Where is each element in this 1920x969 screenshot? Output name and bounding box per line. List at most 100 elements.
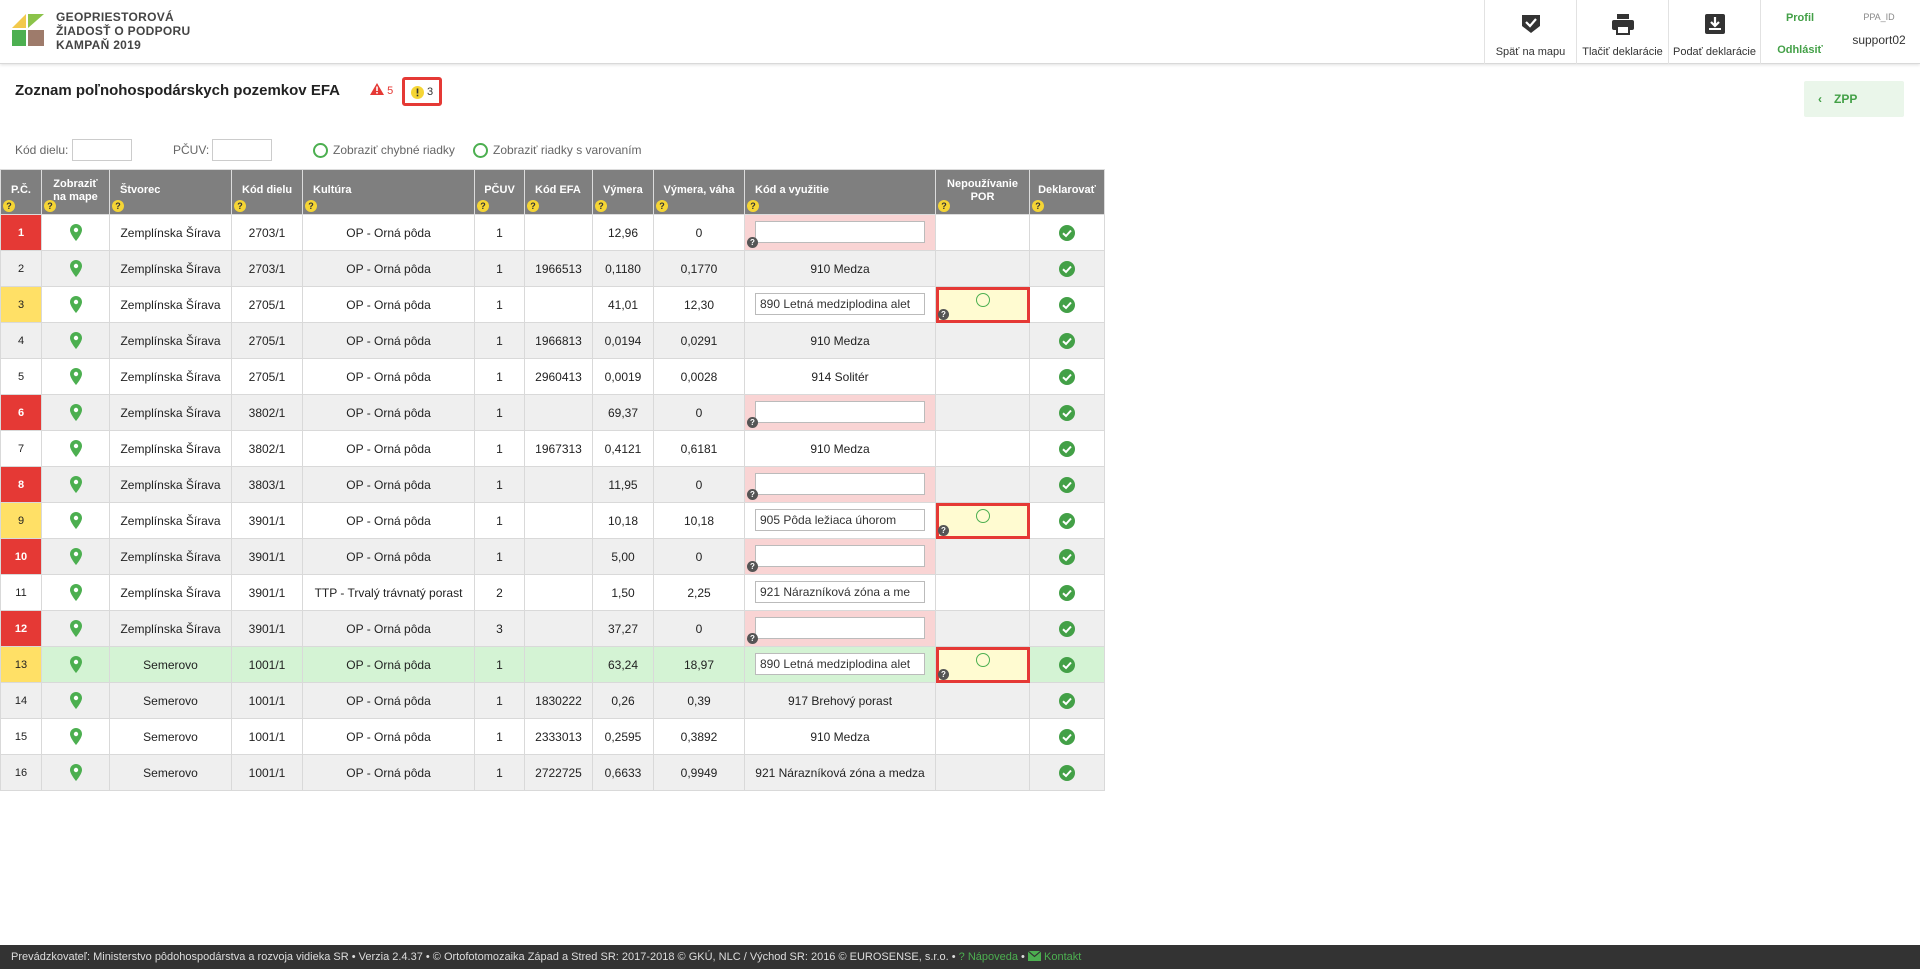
help-icon[interactable]: ? — [595, 200, 607, 212]
check-circle-icon[interactable] — [1059, 440, 1075, 457]
map-pin-icon[interactable] — [69, 656, 82, 673]
kod-dielu-input[interactable] — [72, 139, 132, 161]
check-circle-icon[interactable] — [1059, 404, 1075, 421]
check-circle-icon[interactable] — [1059, 548, 1075, 565]
col-vymera[interactable]: Výmera? — [592, 169, 654, 215]
kod-vyuzitie-input[interactable]: 921 Nárazníková zóna a me — [755, 581, 925, 603]
check-circle-icon[interactable] — [1059, 584, 1075, 601]
map-pin-icon[interactable] — [69, 692, 82, 709]
check-circle-icon[interactable] — [1059, 332, 1075, 349]
help-icon[interactable]: ? — [527, 200, 539, 212]
nepouzivanie-radio[interactable] — [976, 293, 990, 307]
map-pin-icon[interactable] — [69, 332, 82, 349]
kod-vyuzitie-input[interactable] — [755, 473, 925, 495]
help-icon[interactable]: ? — [747, 200, 759, 212]
check-circle-icon[interactable] — [1059, 764, 1075, 781]
map-pin-icon[interactable] — [69, 476, 82, 493]
check-circle-icon[interactable] — [1059, 620, 1075, 637]
show-errors-radio[interactable] — [313, 143, 328, 158]
table-row[interactable]: 7 Zemplínska Šírava 3802/1 OP - Orná pôda 1 1… — [0, 430, 1105, 467]
col-stvorec[interactable]: Štvorec? — [109, 169, 232, 215]
map-pin-icon[interactable] — [69, 368, 82, 385]
col-pcuv[interactable]: PČUV? — [474, 169, 525, 215]
help-link[interactable]: ? Nápoveda — [959, 951, 1018, 963]
col-vymera-vaha[interactable]: Výmera, váha? — [653, 169, 745, 215]
contact-link[interactable]: Kontakt — [1027, 950, 1081, 963]
map-pin-icon[interactable] — [69, 260, 82, 277]
help-icon[interactable]: ? — [112, 200, 124, 212]
col-nepouzivanie[interactable]: Nepoužívanie POR? — [935, 169, 1030, 215]
table-row[interactable]: 9 Zemplínska Šírava 3901/1 OP - Orná pôda 1 1… — [0, 502, 1105, 539]
map-pin-icon[interactable] — [69, 440, 82, 457]
help-icon[interactable]: ? — [747, 237, 758, 248]
col-kultura[interactable]: Kultúra? — [302, 169, 475, 215]
table-row[interactable]: 11 Zemplínska Šírava 3901/1 TTP - Trvalý tr… — [0, 574, 1105, 611]
col-deklarovat[interactable]: Deklarovať? — [1029, 169, 1105, 215]
check-circle-icon[interactable] — [1059, 728, 1075, 745]
table-row[interactable]: 13 Semerovo 1001/1 OP - Orná pôda 1 63,24 18,9… — [0, 646, 1105, 683]
help-icon[interactable]: ? — [747, 489, 758, 500]
nepouzivanie-radio[interactable] — [976, 509, 990, 523]
help-icon[interactable]: ? — [44, 200, 56, 212]
table-row[interactable]: 14 Semerovo 1001/1 OP - Orná pôda 1 1830222 0,… — [0, 682, 1105, 719]
table-row[interactable]: 5 Zemplínska Šírava 2705/1 OP - Orná pôda 1 2… — [0, 358, 1105, 395]
help-icon[interactable]: ? — [305, 200, 317, 212]
map-pin-icon[interactable] — [69, 296, 82, 313]
error-count-badge[interactable]: 5 — [370, 83, 393, 97]
kod-vyuzitie-input[interactable] — [755, 545, 925, 567]
kod-vyuzitie-input[interactable]: 905 Pôda ležiaca úhorom — [755, 509, 925, 531]
kod-vyuzitie-input[interactable]: 890 Letná medziplodina alet — [755, 293, 925, 315]
print-declarations-button[interactable]: Tlačiť deklarácie — [1576, 0, 1668, 64]
help-icon[interactable]: ? — [656, 200, 668, 212]
table-row[interactable]: 16 Semerovo 1001/1 OP - Orná pôda 1 2722725 0,… — [0, 754, 1105, 791]
check-circle-icon[interactable] — [1059, 260, 1075, 277]
pcuv-input[interactable] — [212, 139, 272, 161]
help-icon[interactable]: ? — [938, 309, 949, 320]
table-row[interactable]: 10 Zemplínska Šírava 3901/1 OP - Orná pôda 1… — [0, 538, 1105, 575]
map-pin-icon[interactable] — [69, 728, 82, 745]
map-pin-icon[interactable] — [69, 584, 82, 601]
zpp-button[interactable]: ‹ ZPP — [1804, 81, 1904, 117]
help-icon[interactable]: ? — [3, 200, 15, 212]
map-pin-icon[interactable] — [69, 404, 82, 421]
help-icon[interactable]: ? — [747, 561, 758, 572]
map-pin-icon[interactable] — [69, 620, 82, 637]
map-pin-icon[interactable] — [69, 548, 82, 565]
kod-vyuzitie-input[interactable]: 890 Letná medziplodina alet — [755, 653, 925, 675]
logout-link[interactable]: Odhlásiť — [1761, 44, 1839, 56]
table-row[interactable]: 4 Zemplínska Šírava 2705/1 OP - Orná pôda 1 1… — [0, 322, 1105, 359]
check-circle-icon[interactable] — [1059, 296, 1075, 313]
submit-declarations-button[interactable]: Podať deklarácie — [1668, 0, 1760, 64]
table-row[interactable]: 2 Zemplínska Šírava 2703/1 OP - Orná pôda 1 1… — [0, 250, 1105, 287]
help-icon[interactable]: ? — [234, 200, 246, 212]
check-circle-icon[interactable] — [1059, 476, 1075, 493]
col-kod-vyuzitie[interactable]: Kód a využitie? — [744, 169, 936, 215]
col-pc[interactable]: P.Č.? — [0, 169, 42, 215]
help-icon[interactable]: ? — [747, 633, 758, 644]
help-icon[interactable]: ? — [477, 200, 489, 212]
check-circle-icon[interactable] — [1059, 224, 1075, 241]
col-kod-dielu[interactable]: Kód dielu? — [231, 169, 303, 215]
check-circle-icon[interactable] — [1059, 692, 1075, 709]
kod-vyuzitie-input[interactable] — [755, 221, 925, 243]
col-kod-efa[interactable]: Kód EFA? — [524, 169, 593, 215]
kod-vyuzitie-input[interactable] — [755, 617, 925, 639]
kod-vyuzitie-input[interactable] — [755, 401, 925, 423]
help-icon[interactable]: ? — [938, 669, 949, 680]
map-pin-icon[interactable] — [69, 224, 82, 241]
table-row[interactable]: 1 Zemplínska Šírava 2703/1 OP - Orná pôda 1 1… — [0, 214, 1105, 251]
back-to-map-button[interactable]: Späť na mapu — [1484, 0, 1576, 64]
check-circle-icon[interactable] — [1059, 656, 1075, 673]
table-row[interactable]: 8 Zemplínska Šírava 3803/1 OP - Orná pôda 1 1… — [0, 466, 1105, 503]
help-icon[interactable]: ? — [1032, 200, 1044, 212]
check-circle-icon[interactable] — [1059, 368, 1075, 385]
warning-count-badge[interactable]: 3 — [402, 77, 442, 106]
table-row[interactable]: 15 Semerovo 1001/1 OP - Orná pôda 1 2333013 0,… — [0, 718, 1105, 755]
nepouzivanie-radio[interactable] — [976, 653, 990, 667]
help-icon[interactable]: ? — [747, 417, 758, 428]
table-row[interactable]: 12 Zemplínska Šírava 3901/1 OP - Orná pôda 3… — [0, 610, 1105, 647]
profile-link[interactable]: Profil — [1761, 12, 1839, 24]
map-pin-icon[interactable] — [69, 764, 82, 781]
check-circle-icon[interactable] — [1059, 512, 1075, 529]
help-icon[interactable]: ? — [938, 200, 950, 212]
